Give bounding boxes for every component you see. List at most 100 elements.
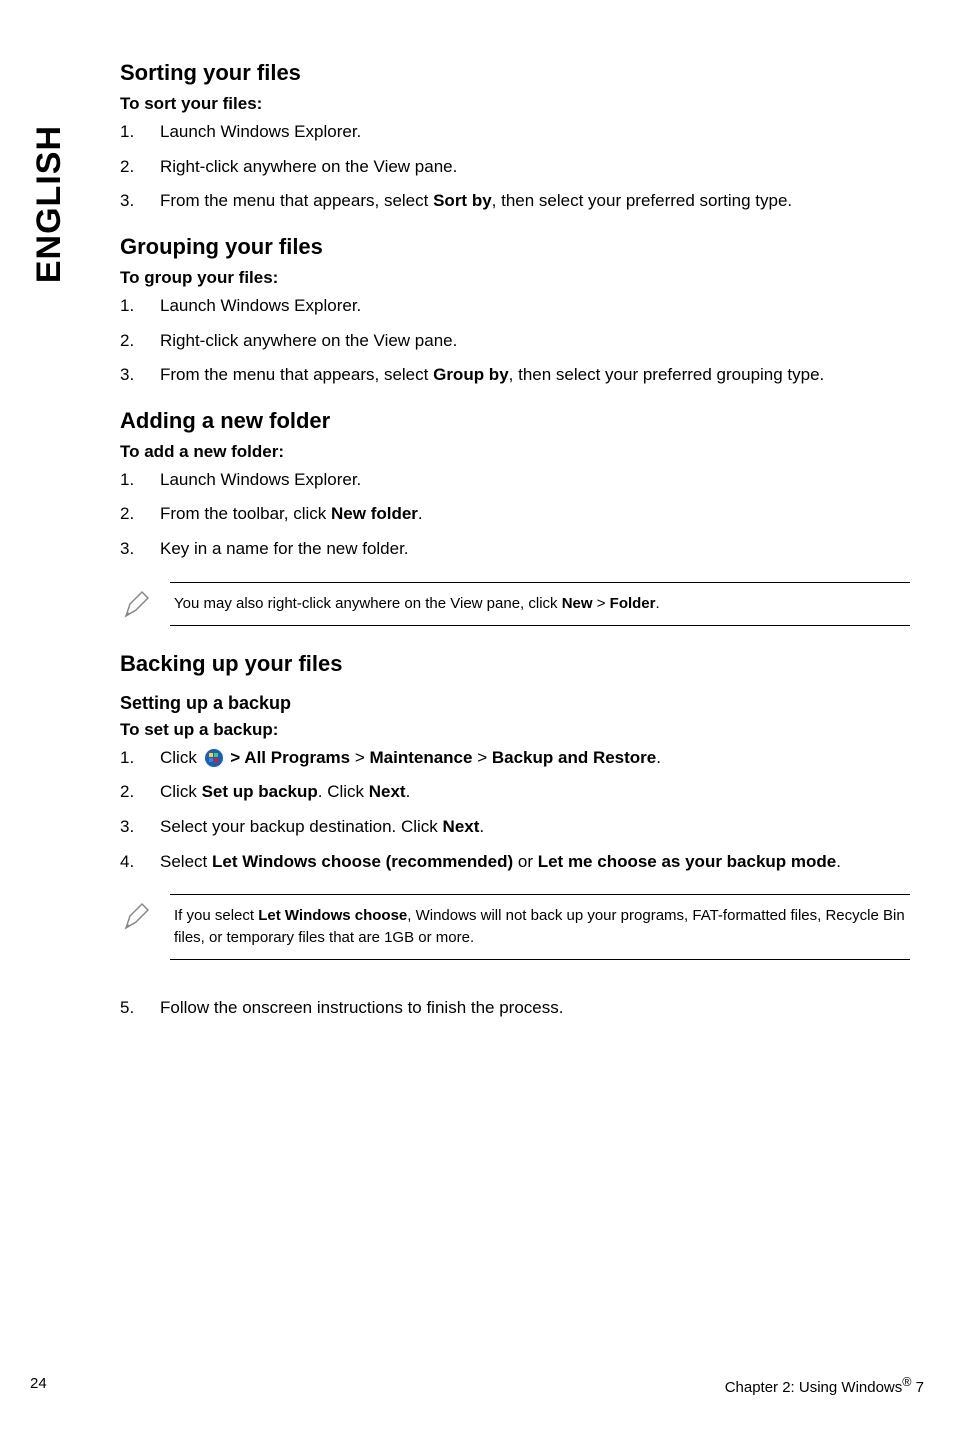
- list-item: 2. Right-click anywhere on the View pane…: [120, 329, 910, 354]
- list-number: 3.: [120, 363, 160, 388]
- list-text: Select your backup destination. Click Ne…: [160, 815, 910, 840]
- list-item: 3. Select your backup destination. Click…: [120, 815, 910, 840]
- list-item: 1. Launch Windows Explorer.: [120, 294, 910, 319]
- bold-text: Backup and Restore: [492, 748, 656, 767]
- list-number: 1.: [120, 468, 160, 493]
- text: Select your backup destination. Click: [160, 817, 443, 836]
- pencil-note-icon: [120, 894, 170, 939]
- list-item: 2. From the toolbar, click New folder.: [120, 502, 910, 527]
- note-block: If you select Let Windows choose, Window…: [120, 894, 910, 960]
- bold-text: Let me choose as your backup mode: [538, 852, 837, 871]
- list-text: From the menu that appears, select Group…: [160, 363, 910, 388]
- text: .: [479, 817, 484, 836]
- text: From the toolbar, click: [160, 504, 331, 523]
- list-number: 1.: [120, 294, 160, 319]
- bold-text: New folder: [331, 504, 418, 523]
- bold-text: Set up backup: [202, 782, 318, 801]
- list-number: 2.: [120, 155, 160, 180]
- text: , then select your preferred grouping ty…: [509, 365, 825, 384]
- side-tab-language: ENGLISH: [30, 125, 69, 283]
- list-text: Select Let Windows choose (recommended) …: [160, 850, 910, 875]
- list-text: Right-click anywhere on the View pane.: [160, 155, 910, 180]
- bold-text: New: [562, 595, 593, 612]
- text: >: [472, 748, 491, 767]
- text: .: [418, 504, 423, 523]
- list-backup: 1. Click > All Programs > Maintenance > …: [120, 746, 910, 875]
- text: or: [513, 852, 538, 871]
- list-text: Launch Windows Explorer.: [160, 120, 910, 145]
- text: >: [350, 748, 369, 767]
- list-number: 3.: [120, 815, 160, 840]
- list-text: Follow the onscreen instructions to fini…: [160, 996, 910, 1021]
- list-text: Launch Windows Explorer.: [160, 294, 910, 319]
- text: You may also right-click anywhere on the…: [174, 595, 562, 612]
- heading-sorting: Sorting your files: [120, 60, 910, 86]
- list-text: From the toolbar, click New folder.: [160, 502, 910, 527]
- note-text: You may also right-click anywhere on the…: [170, 582, 910, 626]
- bold-text: Group by: [433, 365, 509, 384]
- text: If you select: [174, 907, 258, 924]
- list-number: 3.: [120, 537, 160, 562]
- list-number: 4.: [120, 850, 160, 875]
- page-number: 24: [30, 1375, 47, 1396]
- list-number: 1.: [120, 746, 160, 771]
- text: , then select your preferred sorting typ…: [492, 191, 793, 210]
- list-item: 4. Select Let Windows choose (recommende…: [120, 850, 910, 875]
- list-text: Key in a name for the new folder.: [160, 537, 910, 562]
- page-content: Sorting your files To sort your files: 1…: [120, 60, 910, 1040]
- list-item: 5. Follow the onscreen instructions to f…: [120, 996, 910, 1021]
- list-backup-cont: 5. Follow the onscreen instructions to f…: [120, 996, 910, 1021]
- list-adding: 1. Launch Windows Explorer. 2. From the …: [120, 468, 910, 562]
- text: .: [836, 852, 841, 871]
- list-item: 3. From the menu that appears, select Gr…: [120, 363, 910, 388]
- bold-text: Let Windows choose: [258, 907, 407, 924]
- subheading-add: To add a new folder:: [120, 442, 910, 462]
- bold-text: Maintenance: [370, 748, 473, 767]
- list-number: 1.: [120, 120, 160, 145]
- text: .: [656, 748, 661, 767]
- bold-text: Folder: [610, 595, 656, 612]
- list-grouping: 1. Launch Windows Explorer. 2. Right-cli…: [120, 294, 910, 388]
- chapter-label: Chapter 2: Using Windows® 7: [725, 1375, 924, 1396]
- bold-text: Next: [369, 782, 406, 801]
- list-sorting: 1. Launch Windows Explorer. 2. Right-cli…: [120, 120, 910, 214]
- heading-backing: Backing up your files: [120, 651, 910, 677]
- list-text: Click Set up backup. Click Next.: [160, 780, 910, 805]
- text: 7: [911, 1379, 924, 1396]
- text: From the menu that appears, select: [160, 365, 433, 384]
- note-block: You may also right-click anywhere on the…: [120, 582, 910, 627]
- list-item: 1. Launch Windows Explorer.: [120, 468, 910, 493]
- heading-grouping: Grouping your files: [120, 234, 910, 260]
- list-text: Launch Windows Explorer.: [160, 468, 910, 493]
- text: Select: [160, 852, 212, 871]
- windows-start-icon: [204, 748, 224, 768]
- heading-adding: Adding a new folder: [120, 408, 910, 434]
- list-item: 3. Key in a name for the new folder.: [120, 537, 910, 562]
- text: Click: [160, 748, 202, 767]
- text: >: [593, 595, 610, 612]
- list-number: 3.: [120, 189, 160, 214]
- text: .: [406, 782, 411, 801]
- list-number: 2.: [120, 329, 160, 354]
- list-item: 3. From the menu that appears, select So…: [120, 189, 910, 214]
- bold-text: > All Programs: [226, 748, 351, 767]
- subheading-setup: To set up a backup:: [120, 720, 910, 740]
- subheading-sort: To sort your files:: [120, 94, 910, 114]
- text: Chapter 2: Using Windows: [725, 1379, 903, 1396]
- subheading-setting-backup: Setting up a backup: [120, 693, 910, 714]
- page-footer: 24 Chapter 2: Using Windows® 7: [30, 1375, 924, 1396]
- subheading-group: To group your files:: [120, 268, 910, 288]
- list-text: Right-click anywhere on the View pane.: [160, 329, 910, 354]
- text: From the menu that appears, select: [160, 191, 433, 210]
- list-text: Click > All Programs > Maintenance > Bac…: [160, 746, 910, 771]
- pencil-note-icon: [120, 582, 170, 627]
- list-item: 2. Right-click anywhere on the View pane…: [120, 155, 910, 180]
- note-text: If you select Let Windows choose, Window…: [170, 894, 910, 960]
- bold-text: Let Windows choose (recommended): [212, 852, 513, 871]
- list-item: 2. Click Set up backup. Click Next.: [120, 780, 910, 805]
- list-item: 1. Click > All Programs > Maintenance > …: [120, 746, 910, 771]
- list-number: 2.: [120, 502, 160, 527]
- list-text: From the menu that appears, select Sort …: [160, 189, 910, 214]
- list-number: 5.: [120, 996, 160, 1021]
- text: .: [656, 595, 660, 612]
